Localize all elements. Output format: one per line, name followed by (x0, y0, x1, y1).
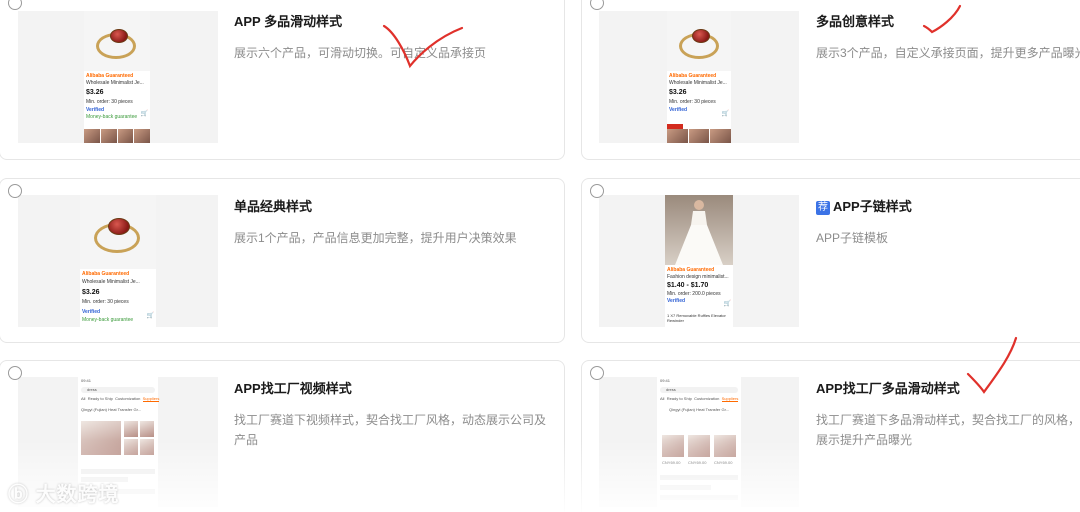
product-thumbnail (140, 439, 154, 455)
thumbnail-strip (667, 129, 732, 143)
template-preview: Alibaba Guaranteed Wholesale Minimalist … (599, 11, 799, 143)
product-thumbnail (124, 439, 138, 455)
product-thumbnail (662, 435, 684, 457)
min-order: Min. order: 30 pieces (82, 299, 129, 305)
template-preview: Alibaba Guaranteed Fashion design minima… (599, 195, 799, 327)
product-preview-card: Alibaba Guaranteed Wholesale Minimalist … (80, 195, 156, 327)
template-radio[interactable] (590, 184, 604, 198)
status-time: 09:41 (81, 378, 92, 383)
cart-icon: 🛒 (721, 111, 729, 117)
supplier-name: Qingyi (Fujian) Heat Transfer Gr... (669, 407, 730, 412)
recommend-badge: 荐 (816, 201, 830, 215)
product-price: CNY69.00 (688, 460, 707, 465)
template-card-app-sublink[interactable]: Alibaba Guaranteed Fashion design minima… (581, 178, 1080, 343)
product-price: $1.40 - $1.70 (667, 282, 709, 289)
product-name: Wholesale Minimalist Je... (669, 80, 727, 86)
template-title: APP找工厂多品滑动样式 (816, 381, 960, 396)
product-thumbnail (140, 421, 154, 437)
template-card-factory-multi-slide[interactable]: 09:41 dress All Ready to Ship Customizat… (581, 360, 1080, 512)
supplier-label: Alibaba Guaranteed (82, 271, 130, 277)
template-desc: 展示1个产品，产品信息更加完整，提升用户决策效果 (234, 231, 517, 245)
template-gallery: Alibaba Guaranteed Wholesale Minimalist … (0, 0, 1080, 512)
min-order: Min. order: 30 pieces (86, 99, 133, 105)
min-order: Min. order: 30 pieces (669, 99, 716, 105)
template-desc: 展示3个产品，自定义承接页面，提升更多产品曝光 (816, 46, 1080, 60)
supplier-label: Alibaba Guaranteed (669, 73, 717, 79)
template-preview: 09:41 dress All Ready to Ship Customizat… (599, 377, 799, 507)
template-title: 单品经典样式 (234, 199, 313, 214)
template-card-single-classic[interactable]: Alibaba Guaranteed Wholesale Minimalist … (0, 178, 565, 343)
cart-icon: 🛒 (146, 313, 154, 319)
cart-icon: 🛒 (723, 301, 731, 307)
product-price: $3.26 (82, 289, 100, 296)
tab-bar: All Ready to Ship Customization Supplier… (81, 396, 160, 402)
search-bar: dress (81, 387, 155, 393)
verified-label: Verified (669, 107, 688, 113)
product-price: $3.26 (669, 89, 687, 96)
product-thumbnail (714, 435, 736, 457)
search-bar: dress (660, 387, 738, 393)
product-preview-card: Alibaba Guaranteed Fashion design minima… (665, 195, 733, 327)
template-radio[interactable] (590, 366, 604, 380)
cart-icon: 🛒 (140, 111, 148, 117)
template-card-app-multi-slide[interactable]: Alibaba Guaranteed Wholesale Minimalist … (0, 0, 565, 160)
verified-label: Verified (82, 309, 101, 315)
supplier-label: Alibaba Guaranteed (86, 73, 134, 79)
tab-bar: All Ready to Ship Customization Supplier… (660, 396, 739, 402)
template-card-multi-creative[interactable]: Alibaba Guaranteed Wholesale Minimalist … (581, 0, 1080, 160)
verified-label: Verified (86, 107, 105, 113)
brand-watermark: ⓑ 大数跨境 (8, 484, 120, 506)
template-title: APP找工厂视频样式 (234, 381, 352, 396)
template-radio[interactable] (590, 0, 604, 10)
template-desc: 找工厂赛道下多品滑动样式，契合找工厂的风格，多展示提升产品曝光 (816, 413, 1080, 447)
product-price: $3.26 (86, 89, 104, 96)
template-preview: Alibaba Guaranteed Wholesale Minimalist … (18, 11, 218, 143)
template-desc: APP子链模板 (816, 231, 889, 245)
product-price: CNY69.00 (662, 460, 681, 465)
product-name: Fashion design minimalist... (667, 274, 729, 280)
template-preview: Alibaba Guaranteed Wholesale Minimalist … (18, 195, 218, 327)
status-time: 09:41 (660, 378, 671, 383)
template-radio[interactable] (8, 366, 22, 380)
template-desc: 展示六个产品，可滑动切换。可自定义品承接页 (234, 46, 487, 60)
dress-image (675, 200, 723, 265)
product-preview-card: Alibaba Guaranteed Wholesale Minimalist … (84, 11, 150, 143)
sublink-text: 1 X7 Removable Ruffles Elevator Rewinder (667, 313, 726, 323)
template-radio[interactable] (8, 184, 22, 198)
thumbnail-strip (84, 129, 150, 143)
product-name: Wholesale Minimalist Je... (86, 80, 144, 86)
template-title: 荐 APP子链样式 (816, 199, 912, 215)
guarantee-label: Money-back guarantee (82, 317, 134, 323)
template-radio[interactable] (8, 0, 22, 10)
product-price: CNY69.00 (714, 460, 733, 465)
product-thumbnail (688, 435, 710, 457)
template-desc: 找工厂赛道下视频样式，契合找工厂风格，动态展示公司及产品 (234, 413, 547, 447)
min-order: Min. order: 200.0 pieces (667, 291, 721, 297)
product-thumbnail (124, 421, 138, 437)
guarantee-label: Money-back guarantee (86, 114, 138, 120)
product-preview-card: Alibaba Guaranteed Wholesale Minimalist … (667, 11, 732, 143)
template-title: APP 多品滑动样式 (234, 14, 343, 29)
supplier-label: Alibaba Guaranteed (667, 267, 715, 273)
video-thumbnail (81, 421, 121, 455)
watermark-logo-icon: ⓑ (8, 484, 29, 506)
product-name: Wholesale Minimalist Je... (82, 279, 140, 285)
verified-label: Verified (667, 298, 686, 304)
template-title: 多品创意样式 (816, 14, 895, 29)
supplier-name: Qingyi (Fujian) Heat Transfer Gr... (81, 407, 142, 412)
phone-mockup: 09:41 dress All Ready to Ship Customizat… (657, 377, 741, 507)
